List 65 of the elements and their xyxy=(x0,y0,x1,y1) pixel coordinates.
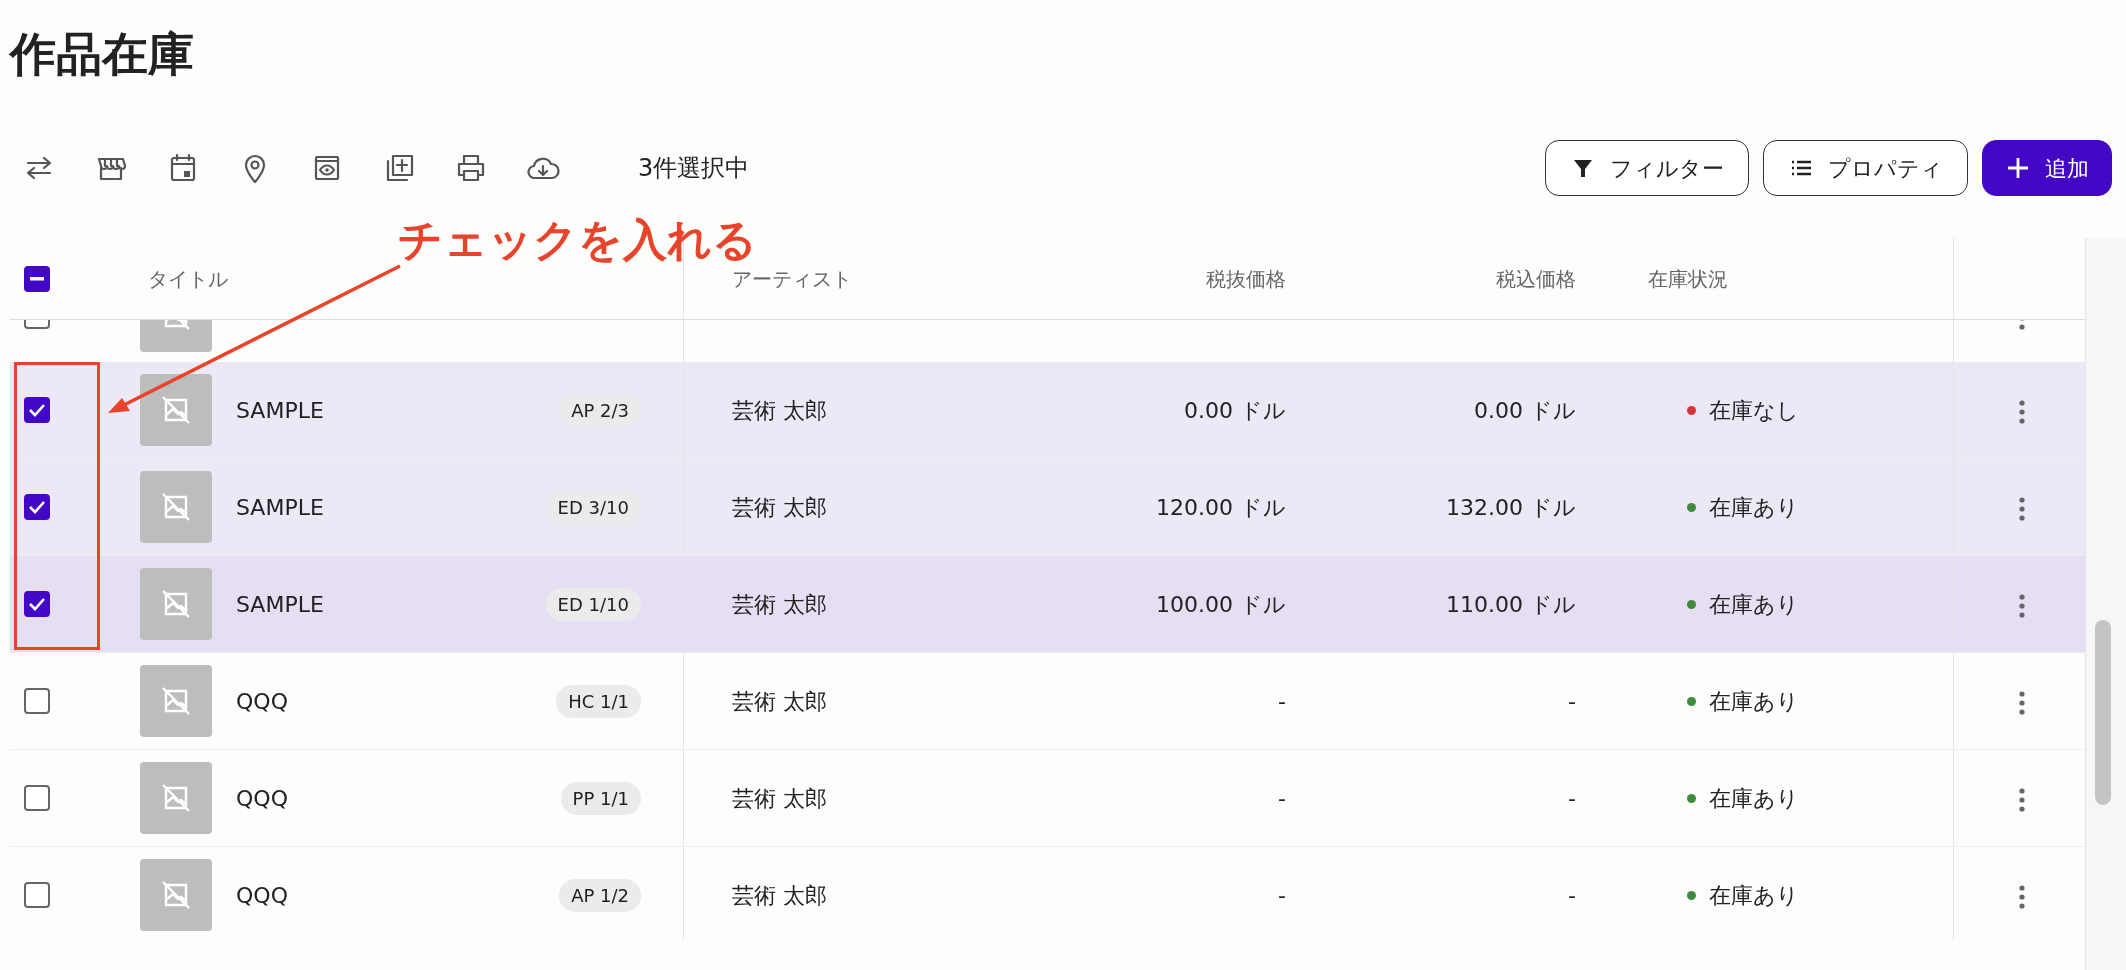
column-header[interactable]: 在庫状況 xyxy=(1648,263,1728,294)
table-row[interactable]: QQQ PP 1/1 芸術 太郎 - - 在庫あり xyxy=(10,750,2085,847)
filter-button[interactable]: フィルター xyxy=(1545,140,1749,196)
price-including-tax: - xyxy=(1568,881,1576,910)
price-excluding-tax: 0.00 ドル xyxy=(1184,396,1286,425)
artwork-title: SAMPLE xyxy=(236,493,325,522)
scrollbar-thumb[interactable] xyxy=(2095,620,2111,805)
stock-status: 在庫あり xyxy=(1709,881,1799,910)
price-including-tax: - xyxy=(1568,784,1576,813)
price-excluding-tax: - xyxy=(1278,784,1286,813)
checkbox[interactable] xyxy=(24,688,50,714)
properties-button[interactable]: プロパティ xyxy=(1763,140,1968,196)
edition-tag: ED 1/10 xyxy=(545,587,641,621)
artwork-title: SAMPLE xyxy=(236,590,325,619)
price-excluding-tax: - xyxy=(1278,881,1286,910)
price-including-tax: - xyxy=(1568,687,1576,716)
edition-tag: AP 1/2 xyxy=(559,878,641,912)
edition-tag: PP 1/1 xyxy=(560,781,641,815)
add-button[interactable]: 追加 xyxy=(1982,140,2112,196)
table-row[interactable]: SAMPLE ED 1/10 芸術 太郎 100.00 ドル 110.00 ドル 在庫あり xyxy=(10,556,2085,653)
price-excluding-tax: - xyxy=(1278,687,1286,716)
selection-count: 3件選択中 xyxy=(638,153,750,184)
table-row[interactable]: QQQ HC 1/1 芸術 太郎 - - 在庫あり xyxy=(10,653,2085,750)
column-header[interactable]: タイトル xyxy=(148,263,228,294)
artist-name: 芸術 太郎 xyxy=(732,881,827,910)
table-row[interactable]: SAMPLE ED 3/10 芸術 太郎 120.00 ドル 132.00 ドル 在庫あり xyxy=(10,459,2085,556)
artwork-title: QQQ xyxy=(236,881,289,910)
edition-tag: ED 3/10 xyxy=(545,490,641,524)
price-excluding-tax: 100.00 ドル xyxy=(1156,590,1286,619)
artist-name: 芸術 太郎 xyxy=(732,493,827,522)
minus-icon xyxy=(30,276,44,281)
checkbox[interactable] xyxy=(24,397,50,423)
checkbox[interactable] xyxy=(24,785,50,811)
stock-status: 在庫あり xyxy=(1709,590,1799,619)
checkbox[interactable] xyxy=(24,882,50,908)
scrollbar-track[interactable] xyxy=(2085,238,2126,970)
checkmark-icon xyxy=(28,500,46,514)
column-header[interactable]: 税抜価格 xyxy=(1206,263,1286,294)
stock-status: 在庫あり xyxy=(1709,687,1799,716)
artist-name: 芸術 太郎 xyxy=(732,784,827,813)
price-including-tax: 132.00 ドル xyxy=(1446,493,1576,522)
checkbox[interactable] xyxy=(24,591,50,617)
price-including-tax: 0.00 ドル xyxy=(1474,396,1576,425)
table-row[interactable]: QQQ AP 1/2 芸術 太郎 - - 在庫あり xyxy=(10,847,2085,940)
stock-status: 在庫あり xyxy=(1709,493,1799,522)
edition-tag: AP 2/3 xyxy=(559,393,641,427)
checkbox[interactable] xyxy=(24,494,50,520)
artwork-title: SAMPLE xyxy=(236,396,325,425)
stock-status: 在庫なし xyxy=(1709,396,1799,425)
column-header[interactable]: 税込価格 xyxy=(1496,263,1576,294)
artist-name: 芸術 太郎 xyxy=(732,396,827,425)
artwork-title: QQQ xyxy=(236,687,289,716)
price-including-tax: 110.00 ドル xyxy=(1446,590,1576,619)
artist-name: 芸術 太郎 xyxy=(732,687,827,716)
stock-status: 在庫あり xyxy=(1709,784,1799,813)
checkmark-icon xyxy=(28,403,46,417)
plus-icon xyxy=(2005,155,2031,181)
page-title: 作品在庫 xyxy=(8,26,195,83)
checkmark-icon xyxy=(28,597,46,611)
edition-tag: HC 1/1 xyxy=(556,684,641,718)
artwork-title: QQQ xyxy=(236,784,289,813)
checkbox[interactable] xyxy=(24,265,50,292)
table-row[interactable]: SAMPLE AP 2/3 芸術 太郎 0.00 ドル 0.00 ドル 在庫なし xyxy=(10,362,2085,459)
artist-name: 芸術 太郎 xyxy=(732,590,827,619)
price-excluding-tax: 120.00 ドル xyxy=(1156,493,1286,522)
